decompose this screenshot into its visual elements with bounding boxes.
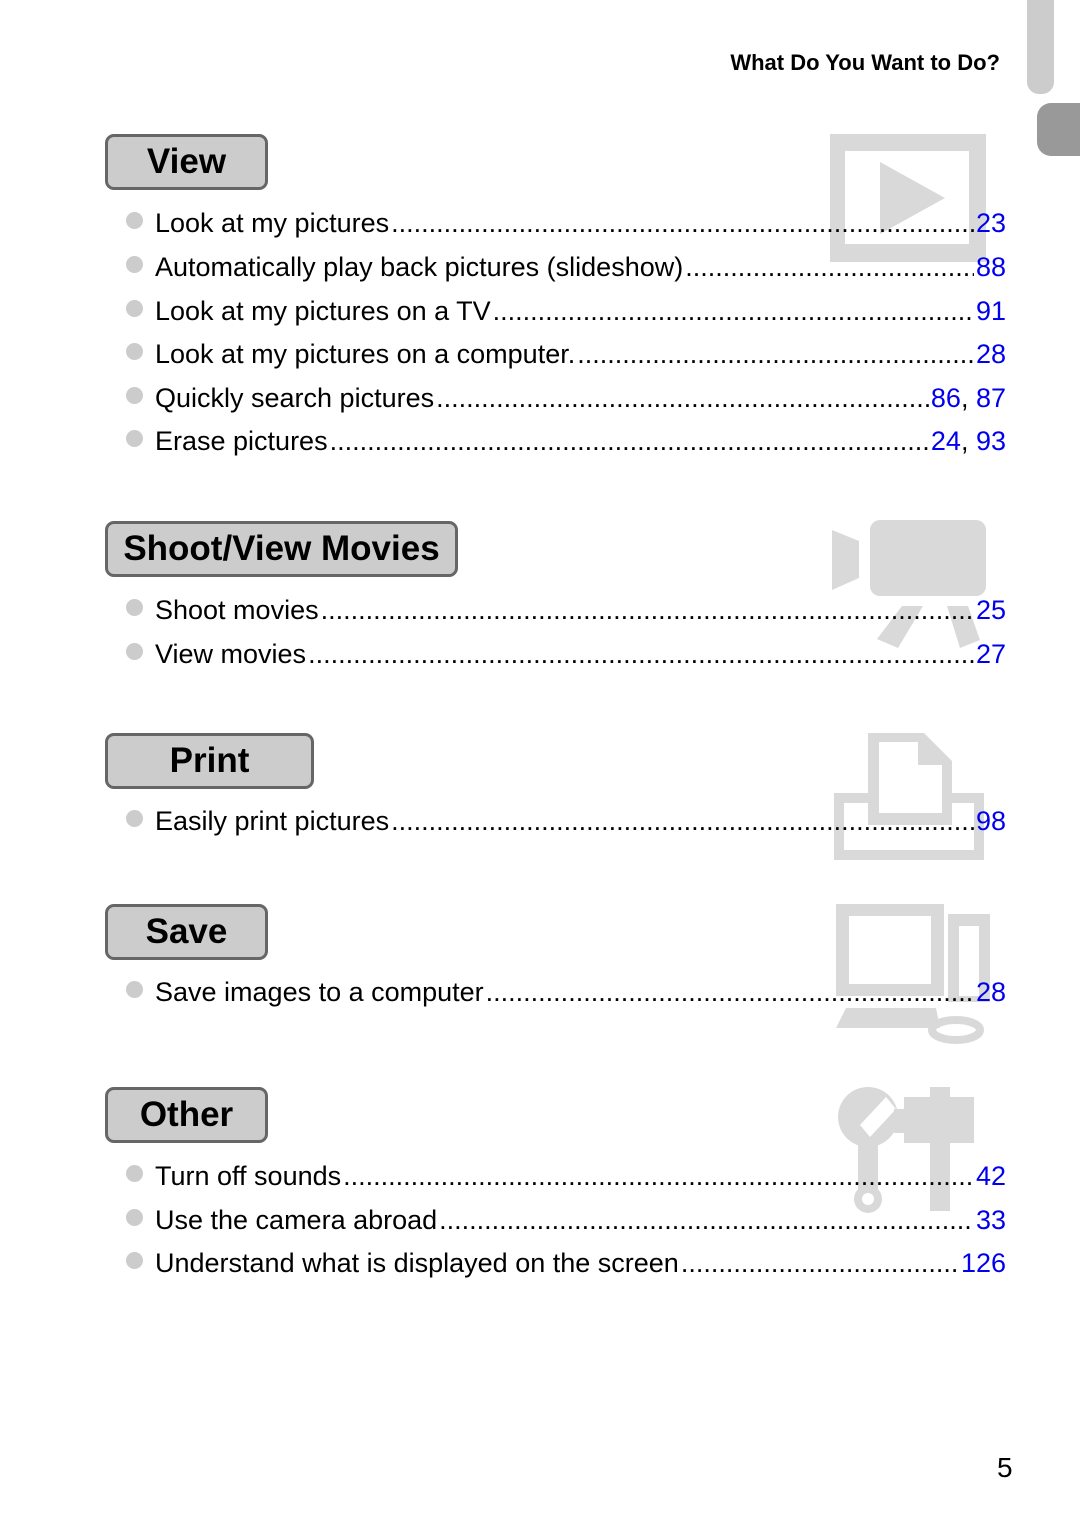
item-label: Understand what is displayed on the scre… xyxy=(155,1247,679,1278)
page-link[interactable]: 24 xyxy=(931,426,961,456)
dot-leader xyxy=(330,426,929,457)
item-label: View movies xyxy=(155,638,307,669)
bullet-icon xyxy=(126,386,143,404)
dot-leader xyxy=(577,339,974,370)
side-tab-current xyxy=(1037,103,1080,156)
dot-leader xyxy=(391,208,974,239)
page-link[interactable]: 91 xyxy=(976,296,1006,326)
side-tab-light xyxy=(1027,0,1054,94)
item-label: Easily print pictures xyxy=(155,805,390,836)
dot-leader xyxy=(436,383,929,414)
dot-leader xyxy=(391,806,974,837)
bullet-icon xyxy=(126,1251,143,1269)
list-item[interactable]: Save images to a computer 28 xyxy=(126,972,1006,1012)
bullet-icon xyxy=(126,642,143,660)
page-link[interactable]: 42 xyxy=(976,1161,1006,1191)
item-label: Automatically play back pictures (slides… xyxy=(155,251,684,282)
page-link[interactable]: 93 xyxy=(976,426,1006,456)
item-label: Save images to a computer xyxy=(155,976,484,1007)
dot-leader xyxy=(321,595,974,626)
page-link[interactable]: 98 xyxy=(976,806,1006,836)
page-link[interactable]: 86 xyxy=(931,383,961,413)
bullet-icon xyxy=(126,1208,143,1226)
page-number: 5 xyxy=(997,1452,1013,1483)
list-item[interactable]: Use the camera abroad 33 xyxy=(126,1200,1006,1240)
list-item[interactable]: Look at my pictures 23 xyxy=(126,203,1006,243)
item-label: Look at my pictures on a TV xyxy=(155,295,491,326)
list-item[interactable]: Turn off sounds 42 xyxy=(126,1156,1006,1196)
item-label: Erase pictures xyxy=(155,425,328,456)
bullet-icon xyxy=(126,1164,143,1182)
item-label: Shoot movies xyxy=(155,594,319,625)
page-separator: , xyxy=(960,382,976,413)
list-item[interactable]: Shoot movies 25 xyxy=(126,590,1006,630)
page-link[interactable]: 28 xyxy=(976,339,1006,369)
list-item[interactable]: Look at my pictures on a TV 91 xyxy=(126,291,1006,331)
dot-leader xyxy=(308,639,974,670)
list-item[interactable]: View movies 27 xyxy=(126,634,1006,674)
movie-camera-icon xyxy=(832,520,986,648)
section-heading: Print xyxy=(105,733,314,789)
page-link[interactable]: 126 xyxy=(961,1248,1006,1278)
list-item[interactable]: Automatically play back pictures (slides… xyxy=(126,247,1006,287)
section-heading: Other xyxy=(105,1087,268,1143)
bullet-icon xyxy=(126,429,143,447)
tools-icon xyxy=(838,1087,974,1213)
bullet-icon xyxy=(126,980,143,998)
list-item[interactable]: Erase pictures 24, 93 xyxy=(126,421,1006,461)
item-label: Quickly search pictures xyxy=(155,382,435,413)
bullet-icon xyxy=(126,211,143,229)
page-link[interactable]: 87 xyxy=(976,383,1006,413)
list-item[interactable]: Look at my pictures on a computer. 28 xyxy=(126,334,1006,374)
section-heading: Save xyxy=(105,904,268,960)
page-link[interactable]: 88 xyxy=(976,252,1006,282)
page-link[interactable]: 33 xyxy=(976,1205,1006,1235)
page-separator: , xyxy=(960,425,976,456)
list-item[interactable]: Quickly search pictures 86, 87 xyxy=(126,378,1006,418)
item-label: Look at my pictures xyxy=(155,207,390,238)
page-link[interactable]: 28 xyxy=(976,977,1006,1007)
bullet-icon xyxy=(126,255,143,273)
page-link[interactable]: 23 xyxy=(976,208,1006,238)
bullet-icon xyxy=(126,342,143,360)
list-item[interactable]: Understand what is displayed on the scre… xyxy=(126,1243,1006,1283)
item-label: Turn off sounds xyxy=(155,1160,342,1191)
dot-leader xyxy=(493,296,974,327)
dot-leader xyxy=(685,252,974,283)
section-heading: Shoot/View Movies xyxy=(105,521,458,577)
item-label: Look at my pictures on a computer. xyxy=(155,338,576,369)
dot-leader xyxy=(681,1248,959,1279)
bullet-icon xyxy=(126,299,143,317)
dot-leader xyxy=(439,1205,974,1236)
list-item[interactable]: Easily print pictures 98 xyxy=(126,801,1006,841)
bullet-icon xyxy=(126,598,143,616)
dot-leader xyxy=(343,1161,974,1192)
page-link[interactable]: 25 xyxy=(976,595,1006,625)
dot-leader xyxy=(486,977,974,1008)
running-head: What Do You Want to Do? xyxy=(730,50,1000,75)
section-heading: View xyxy=(105,134,268,190)
bullet-icon xyxy=(126,809,143,827)
page-link[interactable]: 27 xyxy=(976,639,1006,669)
item-label: Use the camera abroad xyxy=(155,1204,438,1235)
